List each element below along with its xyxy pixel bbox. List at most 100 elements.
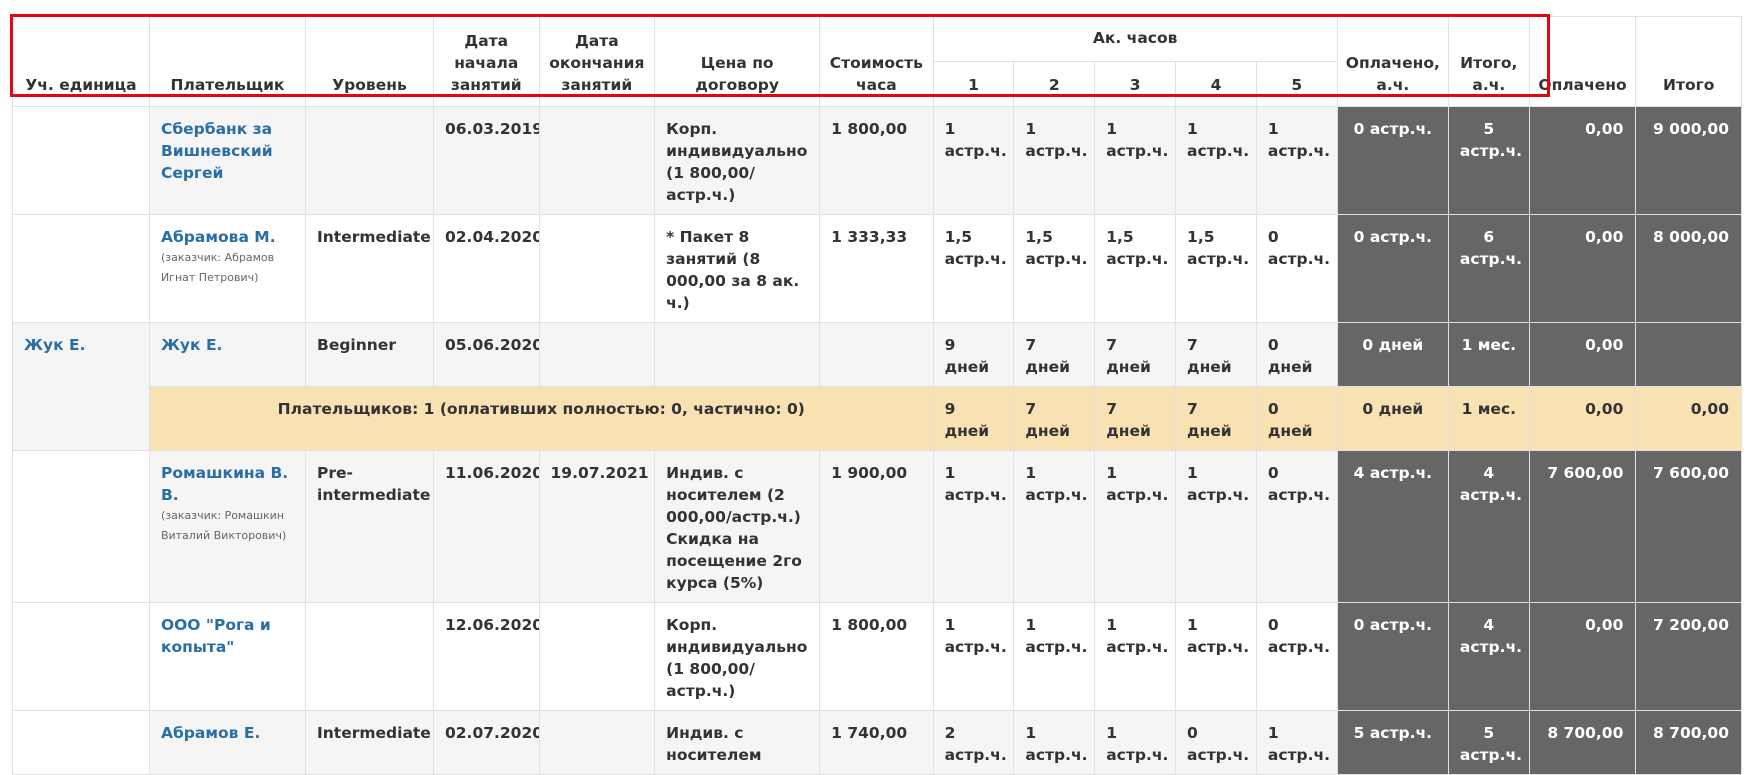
summary-label: Плательщиков: 1 (оплативших полностью: 0… (148, 386, 934, 451)
col-header-level[interactable]: Уровень (305, 16, 434, 107)
total-hours-cell: 4 астр.ч. (1447, 602, 1530, 711)
payer-link[interactable]: ООО "Рога и копыта" (161, 616, 271, 656)
summary-paid-hours: 0 дней (1336, 386, 1449, 451)
payer-cell: Сбербанк за Вишневский Сергей (148, 106, 307, 215)
col-header-month-4[interactable]: 4 (1175, 61, 1257, 107)
col-header-paid[interactable]: Оплачено (1528, 16, 1637, 107)
start-date-cell: 12.06.2020 (432, 602, 540, 711)
contract-price-cell: Индив. с носителем (654, 710, 821, 775)
table-row: Ромашкина В. В. (заказчик: Ромашкин Вита… (12, 450, 1742, 603)
month-4-cell: 1,5 астр.ч. (1175, 214, 1257, 323)
payer-link[interactable]: Ромашкина В. В. (161, 464, 288, 504)
month-1-cell: 1 астр.ч. (932, 602, 1015, 711)
paid-cell: 0,00 (1528, 106, 1637, 215)
contract-price-cell: Корп. индивидуально (1 800,00/астр.ч.) (654, 106, 821, 215)
summary-month-4: 7 дней (1175, 386, 1257, 451)
end-date-cell (538, 322, 656, 387)
payer-link[interactable]: Жук Е. (161, 336, 222, 354)
col-header-end-date[interactable]: Дата окончания занятий (538, 16, 656, 107)
table-row: Сбербанк за Вишневский Сергей 06.03.2019… (12, 106, 1742, 215)
customer-note: (заказчик: Ромашкин Виталий Викторович) (160, 509, 287, 542)
end-date-cell (538, 214, 656, 323)
col-header-unit[interactable]: Уч. единица (12, 16, 150, 107)
start-date-cell: 02.04.2020 (432, 214, 540, 323)
month-4-cell: 1 астр.ч. (1175, 450, 1257, 603)
month-2-cell: 1 астр.ч. (1013, 450, 1096, 603)
paid-hours-cell: 0 дней (1336, 322, 1449, 387)
start-date-cell: 05.06.2020 (432, 322, 540, 387)
summary-paid: 0,00 (1528, 386, 1637, 451)
payer-link[interactable]: Сбербанк за Вишневский Сергей (161, 120, 273, 182)
start-date-cell: 02.07.2020 (432, 710, 540, 775)
col-header-total-hours[interactable]: Итого, а.ч. (1447, 16, 1530, 107)
total-hours-cell: 4 астр.ч. (1447, 450, 1530, 603)
hour-cost-cell (819, 322, 934, 387)
month-3-cell: 1 астр.ч. (1094, 710, 1177, 775)
month-1-cell: 9 дней (932, 322, 1015, 387)
month-3-cell: 1 астр.ч. (1094, 602, 1177, 711)
month-1-cell: 1,5 астр.ч. (932, 214, 1015, 323)
col-header-hour-cost[interactable]: Стоимость часа (819, 16, 934, 107)
unit-cell (12, 602, 150, 711)
unit-link[interactable]: Жук Е. (24, 336, 85, 354)
col-header-contract-price[interactable]: Цена по договору (654, 16, 821, 107)
month-4-cell: 7 дней (1175, 322, 1257, 387)
paid-hours-cell: 0 астр.ч. (1336, 214, 1449, 323)
level-cell: Intermediate (305, 214, 434, 323)
total-cell: 7 600,00 (1635, 450, 1742, 603)
end-date-cell (538, 602, 656, 711)
summary-month-5: 0 дней (1255, 386, 1338, 451)
contract-price-cell (654, 322, 821, 387)
level-cell (305, 602, 434, 711)
total-cell: 8 000,00 (1635, 214, 1742, 323)
total-hours-cell: 5 астр.ч. (1447, 106, 1530, 215)
month-2-cell: 1 астр.ч. (1013, 602, 1096, 711)
total-cell: 9 000,00 (1635, 106, 1742, 215)
summary-row: Плательщиков: 1 (оплативших полностью: 0… (13, 386, 1742, 451)
hour-cost-cell: 1 800,00 (819, 106, 934, 215)
contract-price-cell: Корп. индивидуально (1 800,00/астр.ч.) (654, 602, 821, 711)
table-row: ООО "Рога и копыта" 12.06.2020 Корп. инд… (12, 602, 1742, 711)
start-date-cell: 11.06.2020 (432, 450, 540, 603)
total-cell: 8 700,00 (1635, 710, 1742, 775)
month-5-cell: 0 астр.ч. (1255, 450, 1338, 603)
month-3-cell: 1 астр.ч. (1094, 106, 1177, 215)
total-hours-cell: 1 мес. (1447, 322, 1530, 387)
month-3-cell: 1 астр.ч. (1094, 450, 1177, 603)
month-1-cell: 2 астр.ч. (932, 710, 1015, 775)
paid-hours-cell: 4 астр.ч. (1336, 450, 1449, 603)
paid-cell: 7 600,00 (1528, 450, 1637, 603)
total-hours-cell: 6 астр.ч. (1447, 214, 1530, 323)
customer-note: (заказчик: Абрамов Игнат Петрович) (160, 251, 275, 284)
col-header-month-1[interactable]: 1 (932, 61, 1015, 107)
summary-month-1: 9 дней (932, 386, 1015, 451)
paid-hours-cell: 5 астр.ч. (1336, 710, 1449, 775)
month-2-cell: 1 астр.ч. (1013, 106, 1096, 215)
summary-total-hours: 1 мес. (1447, 386, 1530, 451)
paid-cell: 0,00 (1528, 322, 1637, 387)
table-body: Сбербанк за Вишневский Сергей 06.03.2019… (12, 106, 1742, 775)
payments-report-table: Уч. единица Плательщик Уровень Дата нача… (12, 16, 1742, 775)
col-header-start-date[interactable]: Дата начала занятий (432, 16, 540, 107)
month-4-cell: 0 астр.ч. (1175, 710, 1257, 775)
start-date-cell: 06.03.2019 (432, 106, 540, 215)
payer-cell: Жук Е. (148, 322, 307, 387)
month-5-cell: 1 астр.ч. (1255, 106, 1338, 215)
col-header-total[interactable]: Итого (1635, 16, 1742, 107)
end-date-cell (538, 710, 656, 775)
col-header-month-5[interactable]: 5 (1255, 61, 1338, 107)
month-2-cell: 7 дней (1013, 322, 1096, 387)
payer-cell: Абрамова М. (заказчик: Абрамов Игнат Пет… (148, 214, 307, 323)
payer-cell: ООО "Рога и копыта" (148, 602, 307, 711)
month-5-cell: 0 астр.ч. (1255, 602, 1338, 711)
col-header-paid-hours[interactable]: Оплачено, а.ч. (1336, 16, 1449, 107)
unit-cell (12, 106, 150, 215)
month-4-cell: 1 астр.ч. (1175, 106, 1257, 215)
level-cell: Beginner (305, 322, 434, 387)
col-header-month-3[interactable]: 3 (1094, 61, 1177, 107)
payer-link[interactable]: Абрамова М. (161, 228, 276, 246)
col-header-month-2[interactable]: 2 (1013, 61, 1096, 107)
payer-link[interactable]: Абрамов Е. (161, 724, 260, 742)
month-5-cell: 1 астр.ч. (1255, 710, 1338, 775)
col-header-payer[interactable]: Плательщик (148, 16, 307, 107)
